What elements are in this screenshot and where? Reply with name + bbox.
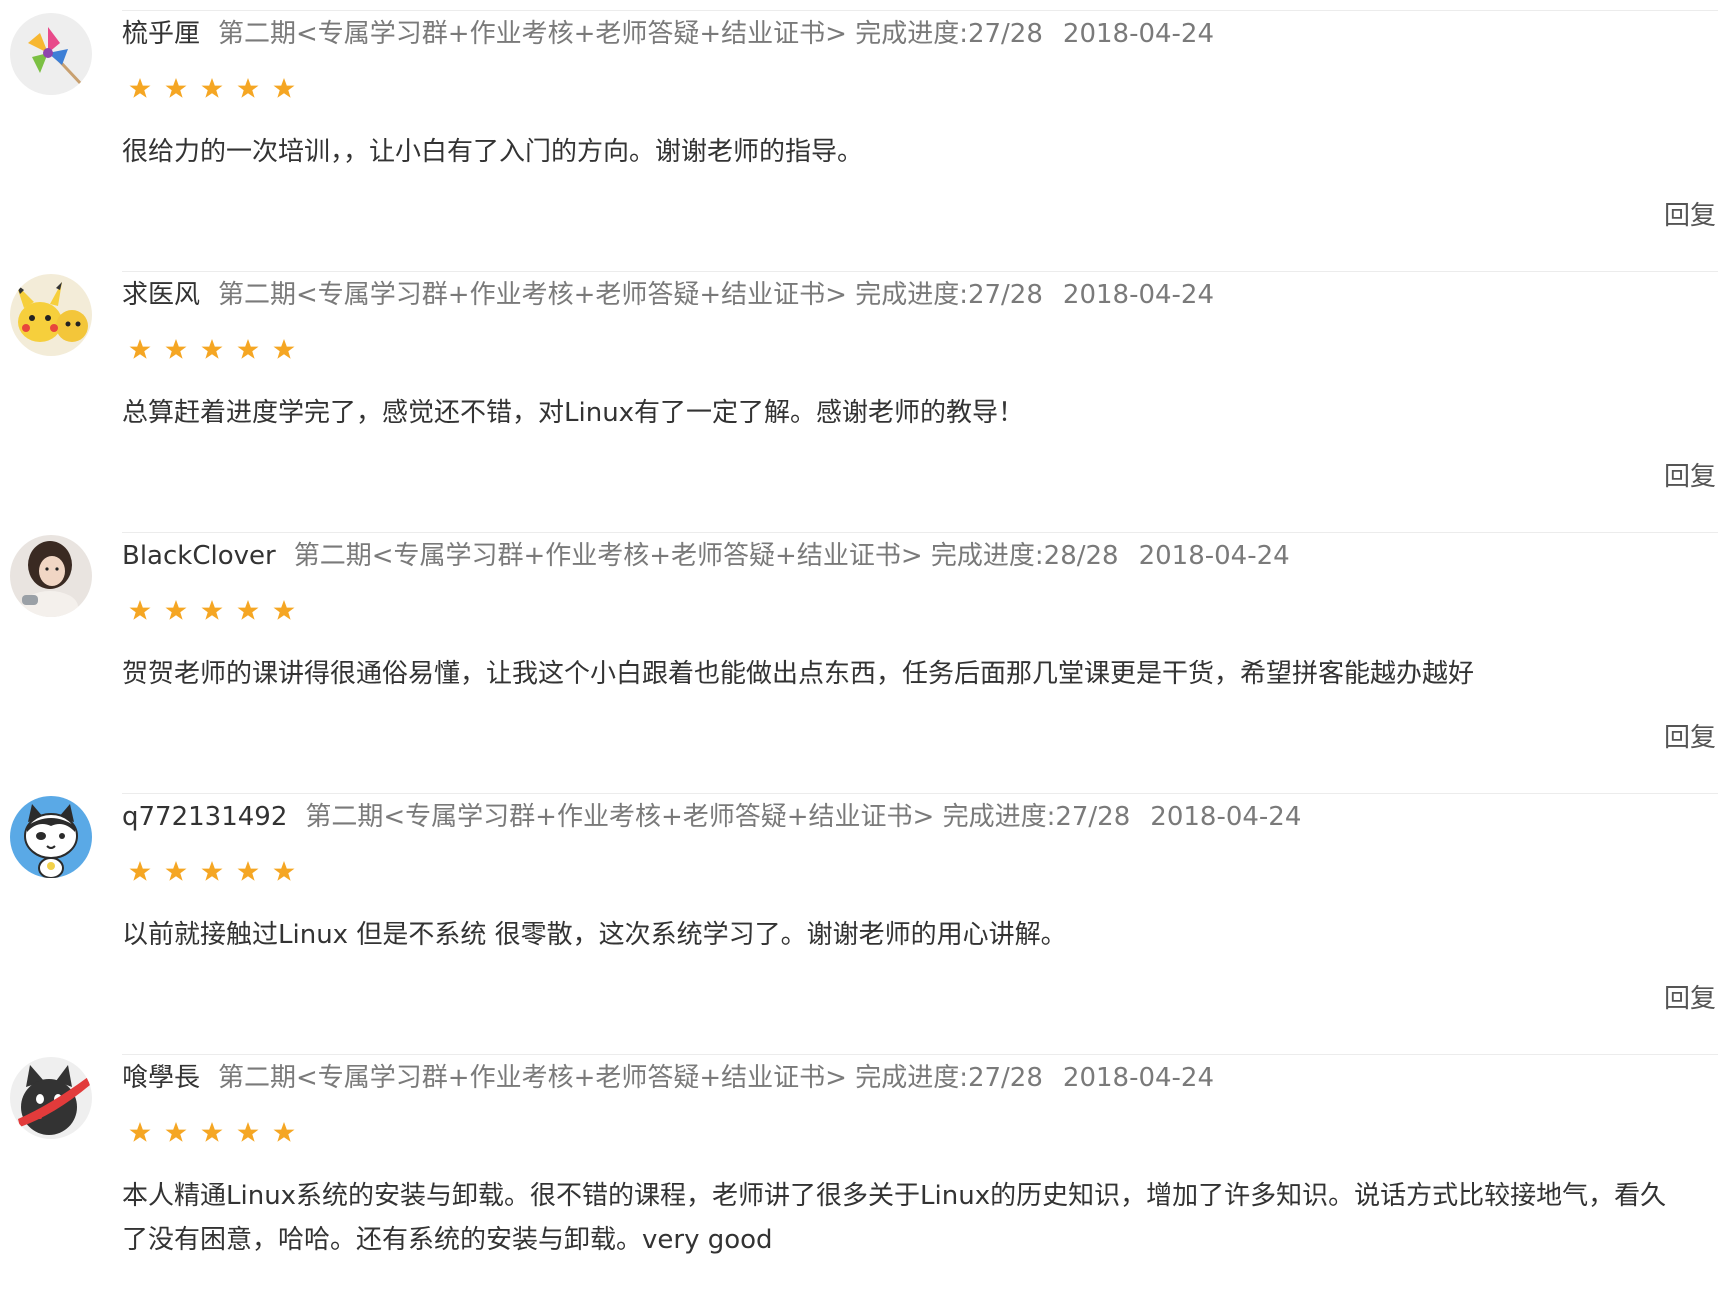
star-icon xyxy=(129,78,151,98)
photo-person-avatar-icon[interactable] xyxy=(10,535,92,617)
star-icon xyxy=(273,78,295,98)
review-comment: 以前就接触过Linux 但是不系统 很零散，这次系统学习了。谢谢老师的用心讲解。 xyxy=(122,920,1067,950)
star-icon xyxy=(273,1122,295,1142)
review-comment: 总算赶着进度学完了，感觉还不错，对Linux有了一定了解。感谢老师的教导！ xyxy=(122,398,1025,428)
review-divider xyxy=(122,271,1718,272)
star-icon xyxy=(165,78,187,98)
star-icon xyxy=(201,78,223,98)
star-icon xyxy=(273,339,295,359)
review-divider xyxy=(122,1054,1718,1055)
review-meta: q772131492 第二期<专属学习群+作业考核+老师答疑+结业证书> 完成进度… xyxy=(122,797,1301,837)
star-rating xyxy=(122,71,302,107)
review-username[interactable]: 求医风 xyxy=(122,280,200,310)
review-meta: BlackClover 第二期<专属学习群+作业考核+老师答疑+结业证书> 完成进… xyxy=(122,536,1290,576)
review-divider xyxy=(122,532,1718,533)
star-icon xyxy=(201,861,223,881)
star-rating xyxy=(122,593,302,629)
review-course-progress: 第二期<专属学习群+作业考核+老师答疑+结业证书> 完成进度:27/28 xyxy=(218,19,1043,49)
star-icon xyxy=(165,861,187,881)
star-icon xyxy=(237,600,259,620)
review-comment: 贺贺老师的课讲得很通俗易懂，让我这个小白跟着也能做出点东西，任务后面那几堂课更是… xyxy=(122,659,1475,689)
review-date: 2018-04-24 xyxy=(1150,802,1302,832)
review-course-progress: 第二期<专属学习群+作业考核+老师答疑+结业证书> 完成进度:27/28 xyxy=(218,1063,1043,1093)
star-icon xyxy=(165,600,187,620)
review-date: 2018-04-24 xyxy=(1062,19,1215,49)
review-comment: 本人精通Linux系统的安装与卸载。很不错的课程，老师讲了很多关于Linux的历… xyxy=(122,1181,1667,1255)
star-icon xyxy=(129,600,151,620)
star-icon xyxy=(129,861,151,881)
star-icon xyxy=(237,1122,259,1142)
review-divider xyxy=(122,793,1718,794)
star-icon xyxy=(129,339,151,359)
star-icon xyxy=(273,600,295,620)
review-date: 2018-04-24 xyxy=(1062,280,1215,310)
star-icon xyxy=(237,861,259,881)
review-course-progress: 第二期<专属学习群+作业考核+老师答疑+结业证书> 完成进度:27/28 xyxy=(305,802,1131,832)
review-meta: 求医风 第二期<专属学习群+作业考核+老师答疑+结业证书> 完成进度:27/28 2… xyxy=(122,275,1214,315)
star-rating xyxy=(122,1115,302,1151)
review-divider xyxy=(122,10,1718,11)
star-icon xyxy=(165,339,187,359)
star-icon xyxy=(201,1122,223,1142)
review-comment: 很给力的一次培训，，让小白有了入门的方向。谢谢老师的指导。 xyxy=(122,137,864,167)
review-date: 2018-04-24 xyxy=(1138,541,1290,571)
review-username[interactable]: 梳乎厘 xyxy=(122,19,200,49)
star-icon xyxy=(201,339,223,359)
pikachu-avatar-icon[interactable] xyxy=(10,274,92,356)
star-rating xyxy=(122,332,302,368)
reply-button[interactable]: 回复 xyxy=(1664,718,1716,758)
review-course-progress: 第二期<专属学习群+作业考核+老师答疑+结业证书> 完成进度:28/28 xyxy=(293,541,1119,571)
review-username[interactable]: q772131492 xyxy=(122,802,287,832)
review-item: 喰學長 第二期<专属学习群+作业考核+老师答疑+结业证书> 完成进度:27/28 2… xyxy=(0,1044,1718,1305)
review-meta: 喰學長 第二期<专属学习群+作业考核+老师答疑+结业证书> 完成进度:27/28 2… xyxy=(122,1058,1214,1098)
review-item: 求医风 第二期<专属学习群+作业考核+老师答疑+结业证书> 完成进度:27/28 2… xyxy=(0,261,1718,522)
review-username[interactable]: 喰學長 xyxy=(122,1063,200,1093)
review-item: 梳乎厘 第二期<专属学习群+作业考核+老师答疑+结业证书> 完成进度:27/28 2… xyxy=(0,0,1718,261)
cartoon-cat-avatar-icon[interactable] xyxy=(10,796,92,878)
review-item: q772131492 第二期<专属学习群+作业考核+老师答疑+结业证书> 完成进度… xyxy=(0,783,1718,1044)
reply-button[interactable]: 回复 xyxy=(1664,457,1716,497)
review-list: 梳乎厘 第二期<专属学习群+作业考核+老师答疑+结业证书> 完成进度:27/28 2… xyxy=(0,0,1718,1270)
star-icon xyxy=(165,1122,187,1142)
review-item: BlackClover 第二期<专属学习群+作业考核+老师答疑+结业证书> 完成进… xyxy=(0,522,1718,783)
black-cat-avatar-icon[interactable] xyxy=(10,1057,92,1139)
review-date: 2018-04-24 xyxy=(1062,1063,1215,1093)
pinwheel-avatar-icon[interactable] xyxy=(10,13,92,95)
star-icon xyxy=(201,600,223,620)
star-icon xyxy=(129,1122,151,1142)
review-meta: 梳乎厘 第二期<专属学习群+作业考核+老师答疑+结业证书> 完成进度:27/28 2… xyxy=(122,14,1214,54)
review-username[interactable]: BlackClover xyxy=(122,541,276,571)
star-icon xyxy=(237,78,259,98)
reply-button[interactable]: 回复 xyxy=(1664,979,1716,1019)
reply-button[interactable]: 回复 xyxy=(1664,196,1716,236)
star-icon xyxy=(237,339,259,359)
star-icon xyxy=(273,861,295,881)
review-course-progress: 第二期<专属学习群+作业考核+老师答疑+结业证书> 完成进度:27/28 xyxy=(218,280,1043,310)
star-rating xyxy=(122,854,302,890)
